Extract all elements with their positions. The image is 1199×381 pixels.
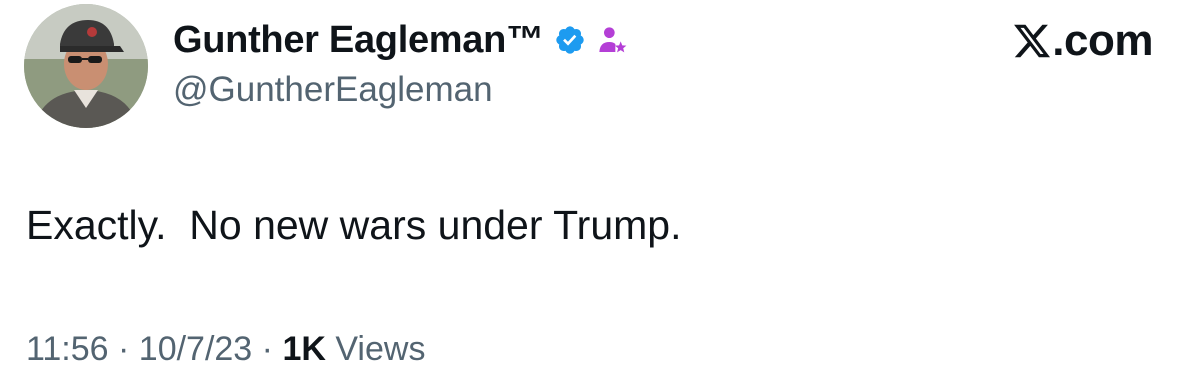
tweet-meta: 11:56 · 10/7/23 · 1K Views xyxy=(26,330,425,369)
tweet-date[interactable]: 10/7/23 xyxy=(139,330,252,368)
author-name-row: Gunther Eagleman™ xyxy=(173,14,628,66)
x-logo-icon xyxy=(1012,21,1052,61)
tweet-time[interactable]: 11:56 xyxy=(26,330,109,368)
avatar[interactable] xyxy=(24,4,148,128)
meta-separator: · xyxy=(252,330,283,368)
affiliate-icon xyxy=(596,24,628,56)
brand-watermark: .com xyxy=(1012,16,1153,66)
views-label: Views xyxy=(325,330,426,368)
author-display-name[interactable]: Gunther Eagleman™ xyxy=(173,19,544,62)
brand-domain: .com xyxy=(1052,16,1153,65)
avatar-image xyxy=(24,4,148,128)
views-count: 1K xyxy=(282,330,326,368)
tweet-card: Gunther Eagleman™ @GuntherEagleman .com … xyxy=(0,0,1199,381)
meta-separator: · xyxy=(108,330,139,368)
author-handle[interactable]: @GuntherEagleman xyxy=(173,70,493,110)
tweet-text: Exactly. No new wars under Trump. xyxy=(26,202,682,248)
verified-badge-icon xyxy=(554,24,586,56)
